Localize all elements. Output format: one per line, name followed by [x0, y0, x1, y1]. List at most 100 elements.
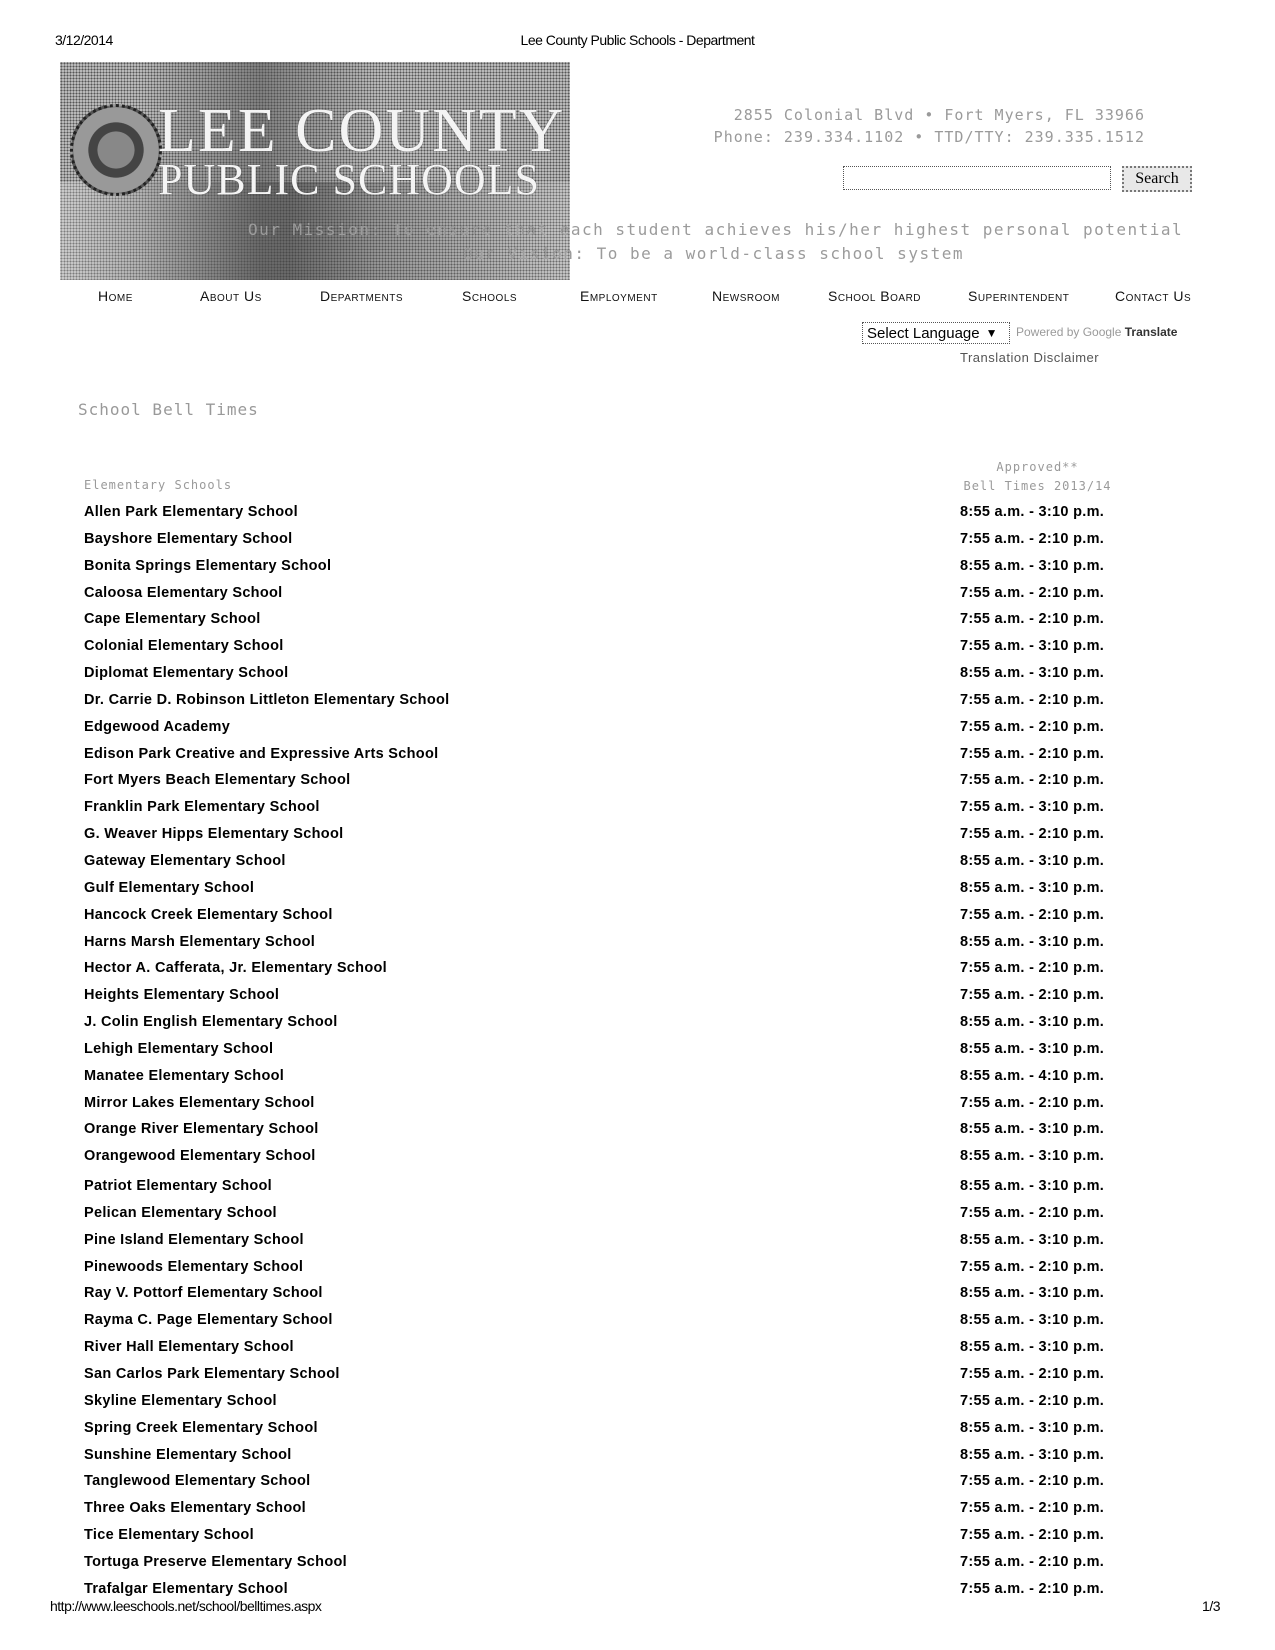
nav-item-newsroom[interactable]: Newsroom [712, 288, 780, 304]
bell-time: 8:55 a.m. - 3:10 p.m. [960, 1339, 1105, 1356]
table-row: Tice Elementary School 7:55 a.m. - 2:10 p… [84, 1527, 1124, 1554]
table-row: Harns Marsh Elementary School 8:55 a.m. -… [84, 934, 1124, 961]
school-name: Fort Myers Beach Elementary School [84, 772, 351, 789]
bell-time: 7:55 a.m. - 2:10 p.m. [960, 1204, 1105, 1221]
bell-time: 7:55 a.m. - 2:10 p.m. [960, 1580, 1105, 1597]
bell-time: 8:55 a.m. - 3:10 p.m. [960, 879, 1105, 896]
table-row: Edgewood Academy 7:55 a.m. - 2:10 p.m. [84, 719, 1124, 746]
bell-time: 8:55 a.m. - 4:10 p.m. [960, 1067, 1105, 1084]
table-row: Pelican Elementary School 7:55 a.m. - 2:1… [84, 1205, 1124, 1232]
table-row: Heights Elementary School 7:55 a.m. - 2:1… [84, 987, 1124, 1014]
print-header: 3/12/2014 Lee County Public Schools - De… [0, 32, 1275, 52]
bell-time: 7:55 a.m. - 3:10 p.m. [960, 799, 1105, 816]
school-name: Diplomat Elementary School [84, 665, 289, 682]
bell-time: 7:55 a.m. - 2:10 p.m. [960, 1553, 1105, 1570]
page-title: School Bell Times [78, 400, 259, 419]
print-title: Lee County Public Schools - Department [520, 32, 755, 48]
school-name: Heights Elementary School [84, 987, 280, 1004]
school-name: Lehigh Elementary School [84, 1040, 274, 1057]
bell-time: 7:55 a.m. - 2:10 p.m. [960, 1473, 1105, 1490]
school-name: Skyline Elementary School [84, 1392, 277, 1409]
school-name: Harns Marsh Elementary School [84, 933, 316, 950]
bell-time: 7:55 a.m. - 2:10 p.m. [960, 1366, 1105, 1382]
bell-time: 7:55 a.m. - 3:10 p.m. [960, 638, 1105, 655]
school-name: G. Weaver Hipps Elementary School [84, 826, 344, 843]
mission-statement: Our Mission: To ensure that each student… [248, 220, 1184, 239]
nav-item-school-board[interactable]: School Board [828, 288, 921, 304]
school-name: River Hall Elementary School [84, 1339, 294, 1356]
bell-time: 7:55 a.m. - 2:10 p.m. [960, 1094, 1105, 1111]
table-row: Skyline Elementary School 7:55 a.m. - 2:1… [84, 1393, 1124, 1420]
school-name: Tice Elementary School [84, 1527, 254, 1544]
bell-time: 7:55 a.m. - 2:10 p.m. [960, 1500, 1105, 1517]
nav-item-home[interactable]: Home [98, 288, 133, 304]
triangle-down-icon: ▼ [985, 326, 998, 340]
school-name: Orange River Elementary School [84, 1121, 319, 1138]
nav-item-superintendent[interactable]: Superintendent [968, 288, 1069, 304]
bell-time: 7:55 a.m. - 2:10 p.m. [960, 1258, 1105, 1275]
table-row: Mirror Lakes Elementary School 7:55 a.m. … [84, 1095, 1124, 1122]
search-input[interactable] [843, 166, 1111, 190]
table-row: Fort Myers Beach Elementary School 7:55 a… [84, 772, 1124, 799]
nav-item-about-us[interactable]: About Us [200, 288, 262, 304]
column-header-bell-times: Approved** Bell Times 2013/14 [960, 458, 1115, 496]
phone-line: Phone: 239.334.1102 • TTD/TTY: 239.335.1… [713, 128, 1145, 146]
school-name: Colonial Elementary School [84, 638, 284, 655]
nav-item-contact-us[interactable]: Contact Us [1115, 288, 1191, 304]
vision-statement: Our Vision: To be a world-class school s… [463, 244, 964, 263]
bell-time: 7:55 a.m. - 2:10 p.m. [960, 691, 1105, 708]
school-name: Pine Island Elementary School [84, 1231, 304, 1248]
bell-time: 7:55 a.m. - 2:10 p.m. [960, 745, 1105, 762]
language-select-label: Select Language [867, 324, 980, 342]
school-name: Gulf Elementary School [84, 879, 255, 896]
bell-time: 8:55 a.m. - 3:10 p.m. [960, 557, 1105, 574]
table-row: Orangewood Elementary School 8:55 a.m. - … [84, 1148, 1124, 1175]
table-row: Manatee Elementary School 8:55 a.m. - 4:1… [84, 1068, 1124, 1095]
bell-time: 7:55 a.m. - 2:10 p.m. [960, 611, 1105, 628]
school-name: Three Oaks Elementary School [84, 1500, 306, 1517]
school-name: San Carlos Park Elementary School [84, 1366, 340, 1382]
school-name: Orangewood Elementary School [84, 1148, 316, 1165]
bell-time: 7:55 a.m. - 2:10 p.m. [960, 1527, 1105, 1544]
page-number: 1/3 [1202, 1598, 1220, 1614]
nav-item-departments[interactable]: Departments [320, 288, 403, 304]
powered-by-google: Powered by Google Translate [1016, 325, 1177, 339]
table-row: Ray V. Pottorf Elementary School 8:55 a.m… [84, 1285, 1124, 1312]
main-nav: Home About Us Departments Schools Employ… [80, 288, 1220, 310]
bell-time: 8:55 a.m. - 3:10 p.m. [960, 1231, 1105, 1248]
bell-time: 7:55 a.m. - 2:10 p.m. [960, 987, 1105, 1004]
bell-time: 7:55 a.m. - 2:10 p.m. [960, 960, 1105, 977]
bell-times-table: Allen Park Elementary School 8:55 a.m. - … [84, 504, 1124, 1608]
school-name: Tanglewood Elementary School [84, 1473, 311, 1490]
school-name: Pinewoods Elementary School [84, 1258, 304, 1275]
nav-item-schools[interactable]: Schools [462, 288, 517, 304]
bell-time: 7:55 a.m. - 2:10 p.m. [960, 906, 1105, 923]
school-name: Pelican Elementary School [84, 1204, 277, 1221]
search-button[interactable]: Search [1122, 166, 1192, 192]
bell-time: 7:55 a.m. - 2:10 p.m. [960, 772, 1105, 789]
page-url: http://www.leeschools.net/school/belltim… [50, 1598, 322, 1614]
table-row: Gulf Elementary School 8:55 a.m. - 3:10 p… [84, 880, 1124, 907]
table-row: Hancock Creek Elementary School 7:55 a.m.… [84, 907, 1124, 934]
table-row: Gateway Elementary School 8:55 a.m. - 3:1… [84, 853, 1124, 880]
nav-item-employment[interactable]: Employment [580, 288, 658, 304]
table-row: Tanglewood Elementary School 7:55 a.m. - … [84, 1473, 1124, 1500]
language-select[interactable]: Select Language ▼ [862, 322, 1010, 344]
school-name: Sunshine Elementary School [84, 1446, 292, 1463]
school-name: Caloosa Elementary School [84, 584, 283, 601]
table-row: Edison Park Creative and Expressive Arts… [84, 746, 1124, 773]
column-header-schools: Elementary Schools [84, 478, 233, 492]
column-header-approved: Approved** [996, 460, 1079, 474]
bell-time: 8:55 a.m. - 3:10 p.m. [960, 1148, 1105, 1165]
table-row: Franklin Park Elementary School 7:55 a.m.… [84, 799, 1124, 826]
school-name: Edgewood Academy [84, 718, 231, 735]
table-row: Bonita Springs Elementary School 8:55 a.m… [84, 558, 1124, 585]
bell-time: 7:55 a.m. - 2:10 p.m. [960, 530, 1105, 547]
table-row: Diplomat Elementary School 8:55 a.m. - 3:… [84, 665, 1124, 692]
bell-time: 8:55 a.m. - 3:10 p.m. [960, 504, 1105, 520]
translation-disclaimer-link[interactable]: Translation Disclaimer [960, 350, 1099, 365]
table-row: Pinewoods Elementary School 7:55 a.m. - 2… [84, 1259, 1124, 1286]
table-row: Orange River Elementary School 8:55 a.m. … [84, 1121, 1124, 1148]
school-name: Bayshore Elementary School [84, 530, 293, 547]
bell-time: 8:55 a.m. - 3:10 p.m. [960, 933, 1105, 950]
